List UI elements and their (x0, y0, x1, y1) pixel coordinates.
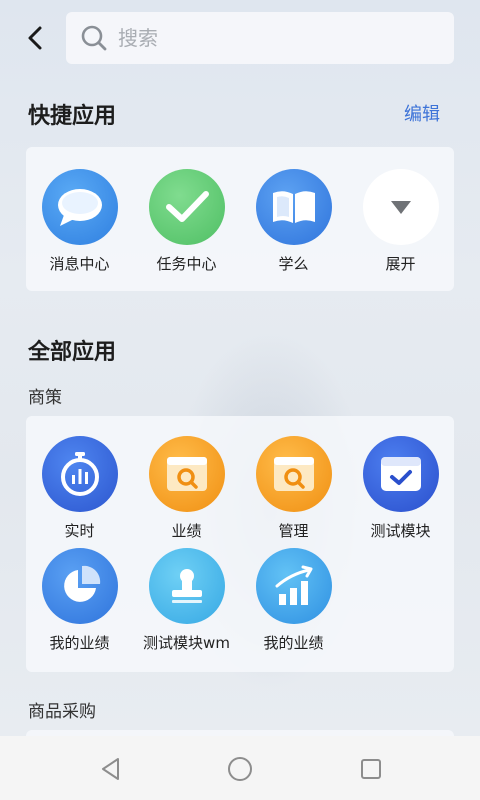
app-label: 学么 (278, 255, 309, 273)
app-label: 测试模块 (370, 522, 431, 540)
app-label: 业绩 (171, 522, 202, 540)
group-title-product-purchase: 商品采购 (28, 702, 96, 722)
quick-app-xuemo[interactable]: 学么 (240, 169, 347, 274)
nav-home-button[interactable] (225, 754, 255, 784)
calendar-check-icon (362, 436, 439, 512)
nav-home-icon (228, 757, 252, 781)
bar-growth-icon (255, 548, 332, 624)
box-search-icon (148, 436, 225, 512)
nav-recent-button[interactable] (356, 754, 386, 784)
app-label: 实时 (64, 522, 95, 540)
box-search-icon (255, 436, 332, 512)
quick-app-task-center[interactable]: 任务中心 (133, 169, 240, 274)
search-input[interactable] (118, 26, 418, 50)
book-icon (255, 169, 332, 245)
system-navigation-bar (0, 736, 480, 800)
triangle-down-icon (362, 169, 439, 245)
group-card-shangce: 实时 业绩 管理 测试模块 我的业绩 测试模块wm 我的业绩 (26, 416, 454, 672)
top-bar (0, 0, 480, 80)
search-icon (81, 25, 107, 51)
app-label: 管理 (278, 522, 309, 540)
stamp-icon (148, 548, 225, 624)
app-realtime[interactable]: 实时 (26, 436, 133, 541)
quick-app-expand[interactable]: 展开 (347, 169, 454, 274)
app-test-module[interactable]: 测试模块 (347, 436, 454, 541)
stopwatch-icon (41, 436, 118, 512)
pie-chart-icon (41, 548, 118, 624)
nav-back-icon (102, 758, 119, 780)
nav-back-button[interactable] (95, 754, 125, 784)
app-label: 任务中心 (156, 255, 217, 273)
app-test-module-wm[interactable]: 测试模块wm (133, 548, 240, 653)
app-label: 我的业绩 (263, 634, 324, 652)
app-performance[interactable]: 业绩 (133, 436, 240, 541)
app-label: 展开 (385, 255, 416, 273)
quick-apps-card: 消息中心 任务中心 学么 展开 (26, 147, 454, 291)
all-apps-title: 全部应用 (28, 340, 117, 365)
back-button[interactable] (18, 20, 52, 56)
quick-app-message-center[interactable]: 消息中心 (26, 169, 133, 274)
app-label: 我的业绩 (49, 634, 110, 652)
app-management[interactable]: 管理 (240, 436, 347, 541)
app-label: 消息中心 (49, 255, 110, 273)
quick-apps-title: 快捷应用 (28, 104, 117, 129)
check-icon (148, 169, 225, 245)
nav-recent-icon (361, 759, 381, 779)
chevron-left-icon (28, 26, 42, 50)
chat-bubble-icon (41, 169, 118, 245)
app-label: 测试模块wm (143, 634, 230, 652)
edit-button[interactable]: 编辑 (404, 100, 440, 126)
app-my-performance-2[interactable]: 我的业绩 (240, 548, 347, 653)
app-my-performance[interactable]: 我的业绩 (26, 548, 133, 653)
search-bar[interactable] (66, 12, 454, 64)
group-title-shangce: 商策 (28, 388, 62, 408)
